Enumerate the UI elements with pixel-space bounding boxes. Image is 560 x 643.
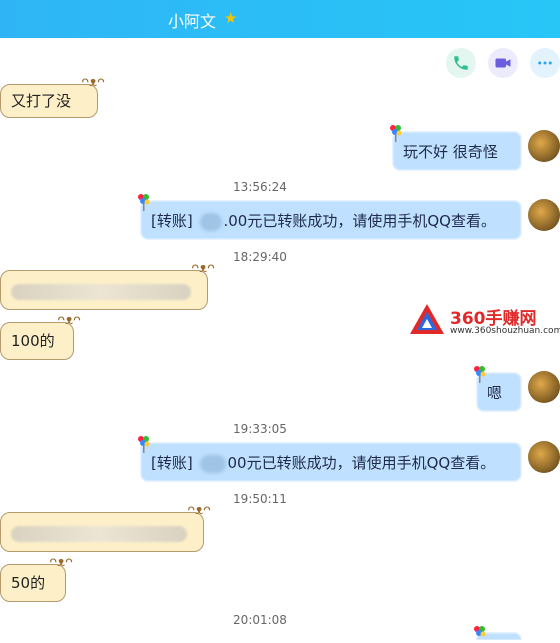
message-bubble-right[interactable]: 嗯 xyxy=(474,366,522,412)
message-bubble-right[interactable]: 玩不好 很奇怪 xyxy=(390,125,522,171)
message-text: 00元已转账成功，请使用手机QQ查看。 xyxy=(227,454,496,472)
message-text: .00元已转账成功，请使用手机QQ查看。 xyxy=(223,212,496,230)
watermark-logo-icon xyxy=(410,304,444,334)
avatar[interactable] xyxy=(528,130,560,162)
transfer-message[interactable]: [转账] 00元已转账成功，请使用手机QQ查看。 xyxy=(138,436,522,482)
message-bubble-left[interactable]: ᴖᴥᴖ 50的 xyxy=(0,556,73,602)
message-bubble-left[interactable]: ᴖᴥᴖ xyxy=(0,504,211,552)
message-bubble-left[interactable]: ᴖᴥᴖ 又打了没 xyxy=(0,76,105,118)
avatar[interactable] xyxy=(528,199,560,231)
vip-star-icon: ★ xyxy=(224,9,238,27)
timestamp: 20:01:08 xyxy=(233,613,287,627)
more-button[interactable] xyxy=(530,48,560,78)
cat-ear-icon: ᴖᴥᴖ xyxy=(49,555,73,570)
cat-ear-icon: ᴖᴥᴖ xyxy=(57,313,81,328)
video-call-button[interactable] xyxy=(488,48,518,78)
transfer-prefix: [转账] xyxy=(151,454,193,472)
cat-ear-icon: ᴖᴥᴖ xyxy=(81,75,105,90)
cat-ear-icon: ᴖᴥᴖ xyxy=(191,261,215,276)
video-icon xyxy=(495,58,511,68)
voice-call-button[interactable] xyxy=(446,48,476,78)
message-bubble-left[interactable]: ᴖᴥᴖ 100的 xyxy=(0,314,81,360)
flower-icon xyxy=(138,194,150,211)
phone-icon xyxy=(454,56,468,70)
chat-header: 小阿文 ★ xyxy=(0,0,560,38)
message-text: 玩不好 很奇怪 xyxy=(403,143,498,161)
transfer-message[interactable]: [转账] .00元已转账成功，请使用手机QQ查看。 xyxy=(138,194,522,240)
message-bubble-left[interactable]: ᴖᴥᴖ xyxy=(0,262,215,310)
cat-ear-icon: ᴖᴥᴖ xyxy=(187,503,211,518)
avatar[interactable] xyxy=(528,371,560,403)
transfer-prefix: [转账] xyxy=(151,212,193,230)
avatar[interactable] xyxy=(528,441,560,473)
timestamp: 13:56:24 xyxy=(233,180,287,194)
timestamp: 18:29:40 xyxy=(233,250,287,264)
flower-icon xyxy=(474,366,486,383)
redacted-amount xyxy=(199,212,222,231)
message-text: 100的 xyxy=(11,332,55,350)
more-icon xyxy=(538,61,552,65)
message-text: 50的 xyxy=(11,574,46,592)
redacted-amount xyxy=(199,454,226,473)
redacted-text xyxy=(11,525,187,542)
flower-icon xyxy=(390,125,402,142)
message-text: 又打了没 xyxy=(11,92,72,110)
timestamp: 19:33:05 xyxy=(233,422,287,436)
message-text: 嗯 xyxy=(487,384,503,402)
contact-name[interactable]: 小阿文 xyxy=(168,8,216,32)
watermark: 360手赚网 www.360shouzhuan.com xyxy=(408,300,560,340)
message-bubble-right[interactable] xyxy=(474,626,522,640)
flower-icon xyxy=(138,436,150,453)
flower-icon xyxy=(474,626,486,637)
redacted-text xyxy=(11,283,191,300)
timestamp: 19:50:11 xyxy=(233,492,287,506)
watermark-url: www.360shouzhuan.com xyxy=(450,326,560,336)
